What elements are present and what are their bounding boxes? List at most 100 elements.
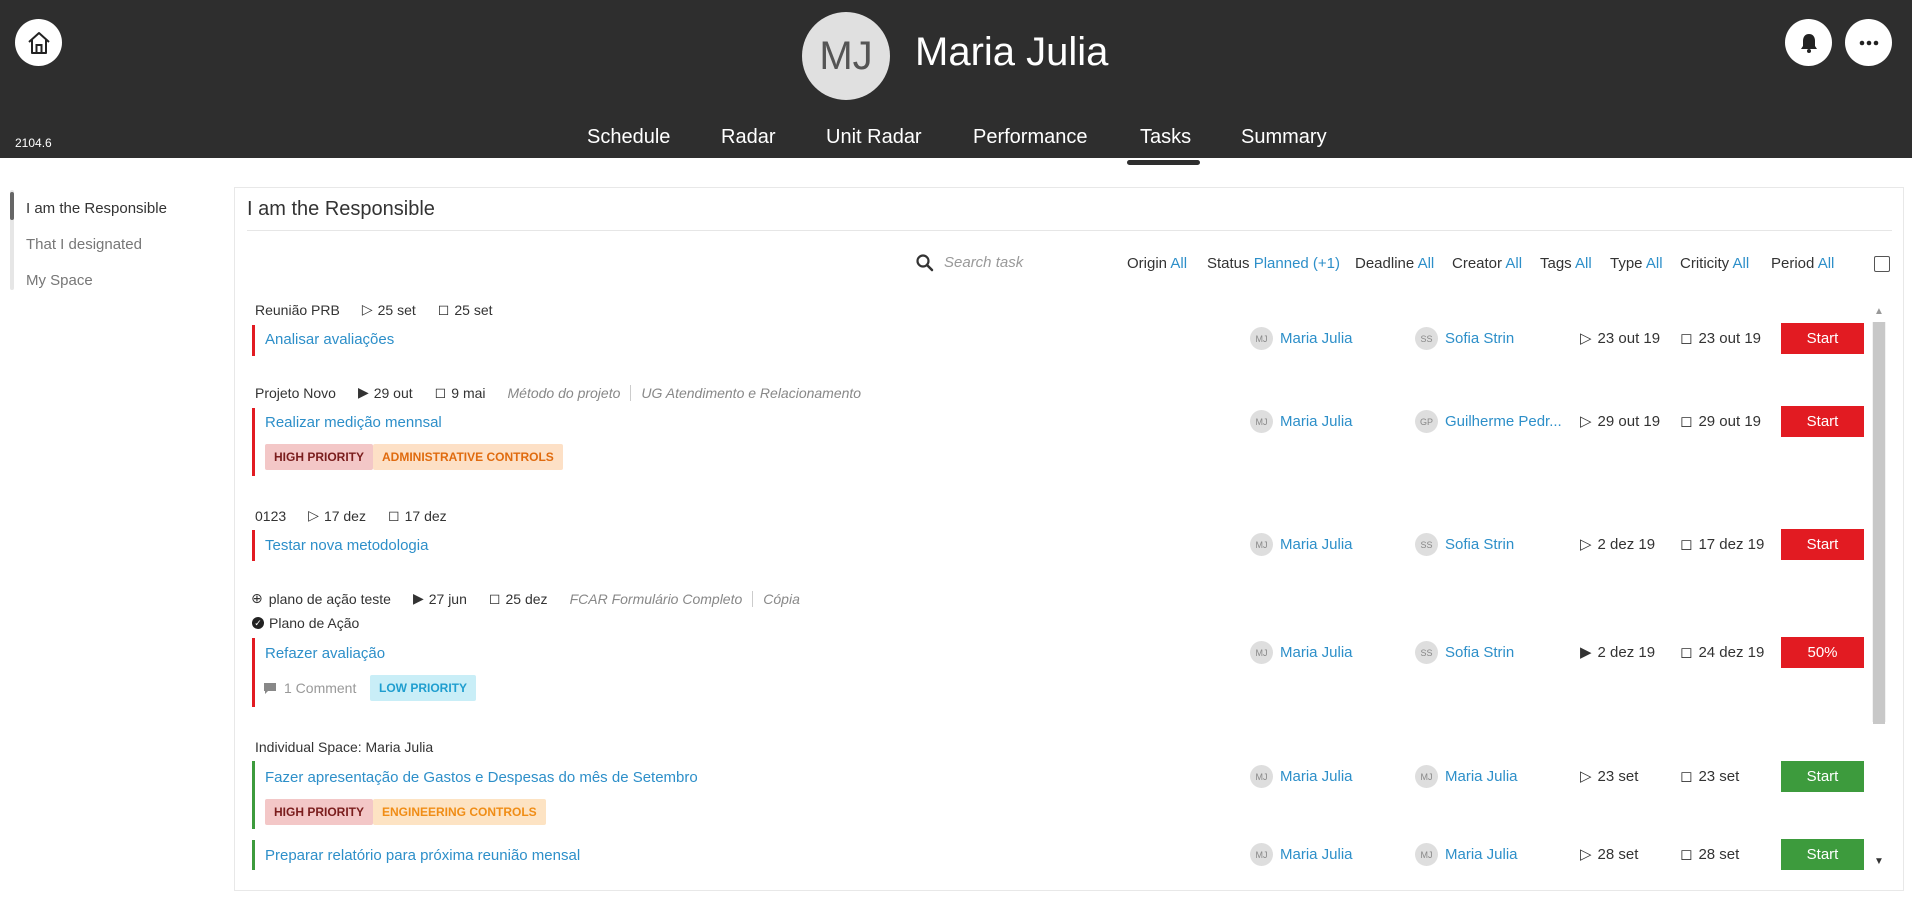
task-responsible[interactable]: MJ Maria Julia <box>1250 765 1353 788</box>
sidebar-item-designated[interactable]: That I designated <box>26 236 142 253</box>
task-creator[interactable]: MJ Maria Julia <box>1415 765 1518 788</box>
start-button[interactable]: Start <box>1781 839 1864 870</box>
filter-origin[interactable]: Origin All <box>1127 255 1187 272</box>
stop-icon: ◻ <box>434 384 447 400</box>
avatar: MJ <box>1415 843 1438 866</box>
sidebar-active-indicator <box>10 192 14 220</box>
notifications-button[interactable] <box>1785 19 1832 66</box>
task-title[interactable]: Testar nova metodologia <box>265 537 428 554</box>
task-responsible[interactable]: MJ Maria Julia <box>1250 843 1353 866</box>
task-creator[interactable]: SS Sofia Strin <box>1415 533 1514 556</box>
stop-icon: ◻ <box>1680 413 1693 430</box>
play-icon: ▶ <box>412 590 424 606</box>
avatar: GP <box>1415 410 1438 433</box>
group-form: FCAR Formulário Completo <box>569 590 743 607</box>
task-status-bar <box>252 761 255 829</box>
play-icon: ▶ <box>1580 644 1592 661</box>
scrollbar-thumb[interactable] <box>1873 322 1885 724</box>
home-button[interactable] <box>15 19 62 66</box>
filter-creator[interactable]: Creator All <box>1452 255 1522 272</box>
group-start: 27 jun <box>428 590 467 607</box>
tab-schedule[interactable]: Schedule <box>587 126 670 149</box>
filter-deadline[interactable]: Deadline All <box>1355 255 1434 272</box>
bell-icon <box>1800 33 1817 53</box>
group-end: 9 mai <box>451 384 486 401</box>
group-start: 29 out <box>373 384 413 401</box>
group-method: Método do projeto <box>507 384 621 401</box>
task-responsible[interactable]: MJ Maria Julia <box>1250 641 1353 664</box>
stop-icon: ◻ <box>1680 330 1693 347</box>
group-start: 17 dez <box>323 507 366 524</box>
date-text: 23 set <box>1597 767 1639 785</box>
group-header: Individual Space: Maria Julia <box>255 739 433 755</box>
group-header: Projeto Novo ▶ 29 out ◻ 9 mai Método do pr… <box>255 384 861 401</box>
tab-summary[interactable]: Summary <box>1241 126 1327 149</box>
avatar: SS <box>1415 641 1438 664</box>
play-icon: ▶ <box>357 384 369 400</box>
sidebar-item-responsible[interactable]: I am the Responsible <box>26 200 167 217</box>
search-icon[interactable] <box>916 254 934 272</box>
filter-period[interactable]: Period All <box>1771 255 1834 272</box>
task-title[interactable]: Preparar relatório para próxima reunião … <box>265 847 580 864</box>
task-creator[interactable]: SS Sofia Strin <box>1415 641 1514 664</box>
task-creator[interactable]: MJ Maria Julia <box>1415 843 1518 866</box>
person-name: Maria Julia <box>1280 644 1353 661</box>
avatar: MJ <box>1250 410 1273 433</box>
sidebar-item-my-space[interactable]: My Space <box>26 272 93 289</box>
more-icon <box>1859 40 1878 45</box>
start-button[interactable]: Start <box>1781 761 1864 792</box>
filter-criticity[interactable]: Criticity All <box>1680 255 1749 272</box>
group-header: 0123 ▷ 17 dez ◻ 17 dez <box>255 507 447 524</box>
filter-settings-icon[interactable] <box>1874 256 1890 272</box>
comment-count[interactable]: 1 Comment <box>264 680 356 696</box>
scroll-down-arrow[interactable]: ▼ <box>1874 856 1884 867</box>
date-text: 23 out 19 <box>1698 329 1762 347</box>
scroll-up-arrow[interactable]: ▲ <box>1874 306 1884 317</box>
tab-unit-radar[interactable]: Unit Radar <box>826 126 922 149</box>
tab-performance[interactable]: Performance <box>973 126 1088 149</box>
filter-status[interactable]: Status Planned (+1) <box>1207 255 1340 272</box>
stop-icon: ◻ <box>1680 846 1693 863</box>
filter-value: All <box>1817 255 1835 272</box>
task-responsible[interactable]: MJ Maria Julia <box>1250 533 1353 556</box>
search-input[interactable] <box>944 254 1084 271</box>
play-icon: ▷ <box>1580 330 1592 347</box>
filter-value: All <box>1575 255 1592 272</box>
tab-radar[interactable]: Radar <box>721 126 775 149</box>
task-title[interactable]: Refazer avaliação <box>265 645 385 662</box>
tab-tasks[interactable]: Tasks <box>1140 126 1191 149</box>
filter-value: All <box>1645 255 1663 272</box>
task-status-bar <box>252 325 255 356</box>
start-button[interactable]: Start <box>1781 406 1864 437</box>
task-responsible[interactable]: MJ Maria Julia <box>1250 327 1353 350</box>
date-text: 28 set <box>1698 845 1740 863</box>
start-button[interactable]: Start <box>1781 529 1864 560</box>
task-responsible[interactable]: MJ Maria Julia <box>1250 410 1353 433</box>
filter-label: Deadline <box>1355 255 1415 272</box>
group-end: 25 set <box>454 301 493 318</box>
person-name: Maria Julia <box>1280 330 1353 347</box>
stop-icon: ◻ <box>488 590 501 606</box>
avatar: MJ <box>1250 533 1273 556</box>
group-subheader: ✓ Plano de Ação <box>252 615 359 631</box>
more-options-button[interactable] <box>1845 19 1892 66</box>
active-tab-indicator <box>1127 160 1200 165</box>
filter-type[interactable]: Type All <box>1610 255 1663 272</box>
stop-icon: ◻ <box>387 507 400 523</box>
person-name: Maria Julia <box>1445 768 1518 785</box>
task-creator[interactable]: SS Sofia Strin <box>1415 327 1514 350</box>
task-end-date: ◻ 28 set <box>1680 845 1740 864</box>
date-text: 24 dez 19 <box>1698 643 1765 661</box>
filter-tags[interactable]: Tags All <box>1540 255 1592 272</box>
task-end-date: ◻ 29 out 19 <box>1680 412 1761 431</box>
task-title[interactable]: Fazer apresentação de Gastos e Despesas … <box>265 769 698 786</box>
start-button[interactable]: Start <box>1781 323 1864 354</box>
task-creator[interactable]: GP Guilherme Pedr... <box>1415 410 1562 433</box>
person-name: Maria Julia <box>1280 413 1353 430</box>
progress-button[interactable]: 50% <box>1781 637 1864 668</box>
task-title[interactable]: Analisar avaliações <box>265 331 394 348</box>
tag-engineering-controls: ENGINEERING CONTROLS <box>373 799 546 825</box>
person-name: Sofia Strin <box>1445 330 1515 347</box>
task-title[interactable]: Realizar medição mennsal <box>265 414 442 431</box>
filter-value: Planned (+1) <box>1253 255 1341 272</box>
